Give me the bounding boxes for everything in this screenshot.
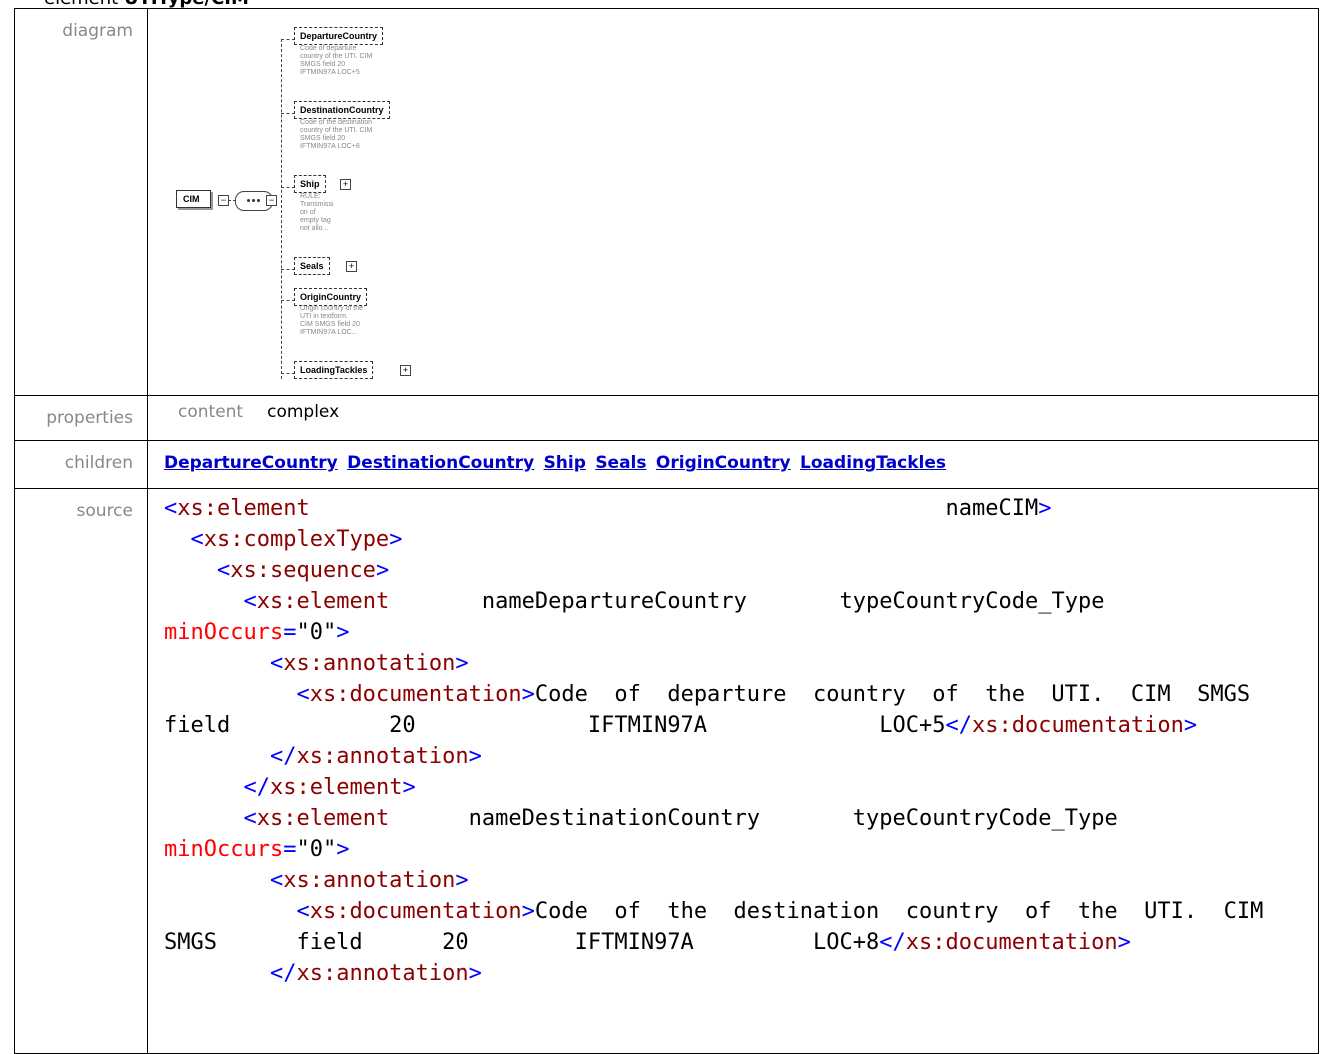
diagram-node-seals[interactable]: Seals	[294, 257, 330, 275]
child-link-ship[interactable]: Ship	[544, 453, 586, 473]
children-links: DepartureCountry DestinationCountry Ship…	[148, 441, 1318, 488]
source-line: <xs:sequence>	[216, 558, 390, 583]
properties-row: properties content complex	[14, 395, 1319, 441]
source-line: <xs:annotation>	[269, 868, 469, 893]
diagram-cell: CIM − − DepartureCountry Code of departure co…	[147, 8, 1319, 396]
connector-line	[281, 187, 295, 188]
source-row: source <xs:element nameCIM> <xs:complexT…	[14, 488, 1319, 1054]
schema-doc-table: diagram CIM − − DepartureCountry Code of dep…	[14, 8, 1319, 1054]
child-link-departurecountry[interactable]: DepartureCountry	[164, 453, 338, 473]
property-key: content	[178, 402, 244, 422]
source-line: <xs:annotation>	[269, 651, 469, 676]
source-line: </xs:annotation>	[269, 744, 482, 769]
child-link-loadingtackles[interactable]: LoadingTackles	[800, 453, 946, 473]
sequence-dot	[257, 199, 260, 202]
source-line: minOccurs="0">	[164, 620, 350, 645]
connector-line	[281, 269, 295, 270]
diagram-node-destinationcountry[interactable]: DestinationCountry	[294, 101, 390, 119]
schema-diagram: CIM − − DepartureCountry Code of departure co…	[148, 9, 1318, 395]
source-line: <xs:element nameCIM>	[164, 496, 1052, 521]
source-line: <xs:documentation>Code of departure coun…	[296, 682, 1251, 707]
connector-line	[281, 39, 295, 40]
diagram-row: diagram CIM − − DepartureCountry Code of dep…	[14, 8, 1319, 396]
child-link-destinationcountry[interactable]: DestinationCountry	[347, 453, 534, 473]
source-line: </xs:annotation>	[269, 961, 482, 986]
diagram-note-origincountry: Origin country of the UTI in textform. CIM…	[300, 305, 364, 336]
property-value: complex	[267, 402, 340, 422]
expand-icon[interactable]: +	[346, 261, 357, 272]
source-line: field 20 IFTMIN97A LOC+5</xs:documentati…	[164, 713, 1198, 738]
connector-line	[281, 373, 295, 374]
diagram-node-origincountry[interactable]: OriginCountry	[294, 288, 367, 306]
diagram-note-ship: RULE: Transmissi on of empty tag not allo...	[300, 193, 334, 232]
source-line: <xs:documentation>Code of the destinatio…	[296, 899, 1264, 924]
expand-icon[interactable]: +	[400, 365, 411, 376]
row-label-children: children	[14, 440, 148, 489]
diagram-node-ship[interactable]: Ship	[294, 175, 326, 193]
row-label-source: source	[14, 488, 148, 1054]
source-code: <xs:element nameCIM> <xs:complexType> <x…	[148, 489, 1318, 1053]
diagram-node-departurecountry[interactable]: DepartureCountry	[294, 27, 384, 45]
sequence-dot	[247, 199, 250, 202]
properties-content: content complex	[148, 396, 1318, 440]
children-row: children DepartureCountry DestinationCou…	[14, 440, 1319, 489]
connector-line	[281, 300, 295, 301]
source-line: <xs:complexType>	[190, 527, 403, 552]
diagram-note-departurecountry: Code of departure country of the UTI. CIM…	[300, 45, 373, 76]
child-link-seals[interactable]: Seals	[595, 453, 646, 473]
row-label-properties: properties	[14, 395, 148, 441]
sequence-dot	[252, 199, 255, 202]
row-label-diagram: diagram	[14, 8, 148, 396]
connector-line	[281, 113, 295, 114]
diagram-node-loadingtackles[interactable]: LoadingTackles	[294, 361, 374, 379]
child-link-origincountry[interactable]: OriginCountry	[656, 453, 791, 473]
expand-icon[interactable]: +	[340, 179, 351, 190]
source-line: SMGS field 20 IFTMIN97A LOC+8</xs:docume…	[164, 930, 1131, 955]
diagram-root-cim[interactable]: CIM	[176, 190, 211, 208]
connector-line	[228, 200, 236, 201]
source-line: </xs:element>	[243, 775, 416, 800]
sequence-collapse-icon[interactable]: −	[266, 195, 277, 206]
source-line: <xs:element nameDestinationCountry typeC…	[243, 806, 1118, 831]
sequence-vertical-line	[281, 39, 282, 379]
source-line: <xs:element nameDepartureCountry typeCou…	[243, 589, 1105, 614]
diagram-note-destinationcountry: Code of the destination country of the UT…	[300, 119, 373, 150]
source-line: minOccurs="0">	[164, 837, 350, 862]
